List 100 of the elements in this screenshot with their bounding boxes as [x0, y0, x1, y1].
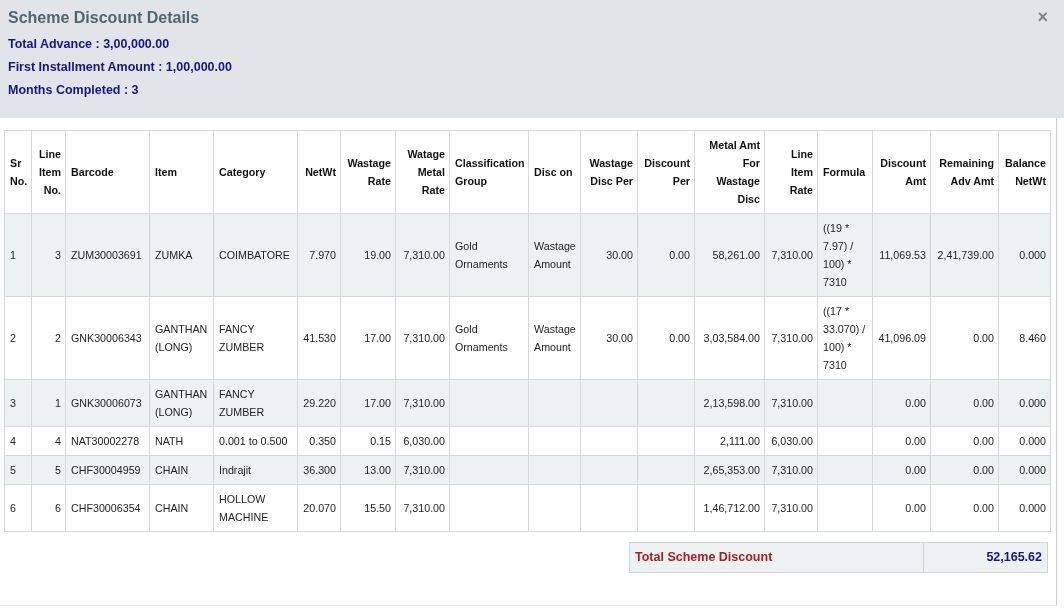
table-cell: 2,41,739.00 [930, 213, 999, 297]
table-cell: ZUM30003691 [65, 213, 150, 297]
total-label: Total Scheme Discount [629, 542, 924, 573]
table-cell: 7,310.00 [764, 379, 818, 427]
table-cell: 0.00 [930, 379, 999, 427]
column-header: Balance NetWt [998, 130, 1051, 214]
close-button[interactable]: × [1035, 10, 1050, 25]
table-cell: 7,310.00 [395, 379, 450, 427]
table-cell: GNK30006343 [65, 296, 150, 380]
table-cell: NATH [149, 426, 214, 456]
table-cell: 3 [4, 379, 32, 427]
column-header: Line Item Rate [764, 130, 818, 214]
table-cell: 0.00 [930, 426, 999, 456]
column-header: Metal Amt For Wastage Disc [694, 130, 765, 214]
table-cell: HOLLOW MACHINE [213, 484, 298, 532]
table-cell [637, 455, 695, 485]
column-header: NetWt [297, 130, 341, 214]
table-cell: 17.00 [340, 379, 396, 427]
table-cell: 0.00 [637, 296, 695, 380]
table-cell: Wastage Amount [528, 296, 581, 380]
column-header: Formula [817, 130, 873, 214]
table-cell: NAT30002278 [65, 426, 150, 456]
table-cell [637, 484, 695, 532]
table-cell: 41.530 [297, 296, 341, 380]
table-cell: CHAIN [149, 455, 214, 485]
column-header: Sr No. [4, 130, 32, 214]
table-cell: 0.00 [930, 455, 999, 485]
table-cell: 6 [31, 484, 66, 532]
table-cell: 29.220 [297, 379, 341, 427]
table-cell: GANTHAN (LONG) [149, 379, 214, 427]
table-cell: 58,261.00 [694, 213, 765, 297]
table-cell [580, 379, 638, 427]
table-cell: 6 [4, 484, 32, 532]
table-cell: 2 [31, 296, 66, 380]
summary-line: First Installment Amount : 1,00,000.00 [8, 58, 232, 76]
table-cell: 7,310.00 [395, 213, 450, 297]
table-cell: 15.50 [340, 484, 396, 532]
table-cell: 17.00 [340, 296, 396, 380]
column-header: Wastage Rate [340, 130, 396, 214]
summary-line: Months Completed : 3 [8, 81, 140, 99]
table-cell: 7,310.00 [764, 296, 818, 380]
column-header: Classification Group [449, 130, 529, 214]
table-cell: 7,310.00 [764, 484, 818, 532]
table-cell: ((17 * 33.070) / 100) * 7310 [817, 296, 873, 380]
table-cell: ZUMKA [149, 213, 214, 297]
table-cell [817, 484, 873, 532]
table-cell: 2,13,598.00 [694, 379, 765, 427]
table-cell [637, 426, 695, 456]
table-cell: 0.00 [872, 484, 931, 532]
table-cell: 7,310.00 [395, 455, 450, 485]
table-cell: GNK30006073 [65, 379, 150, 427]
table-cell: 4 [4, 426, 32, 456]
column-header: Watage Metal Rate [395, 130, 450, 214]
table-cell: 19.00 [340, 213, 396, 297]
dialog-title: Scheme Discount Details [8, 8, 201, 28]
table-cell: GANTHAN (LONG) [149, 296, 214, 380]
table-cell: 0.00 [930, 296, 999, 380]
table-cell: CHF30006354 [65, 484, 150, 532]
table-cell: 30.00 [580, 296, 638, 380]
table-cell: 7.970 [297, 213, 341, 297]
table-cell: 0.001 to 0.500 [213, 426, 298, 456]
column-header: Line Item No. [31, 130, 66, 214]
table-cell: Gold Ornaments [449, 213, 529, 297]
table-cell: Indrajit [213, 455, 298, 485]
table-cell: 0.00 [637, 213, 695, 297]
table-cell [580, 455, 638, 485]
table-cell: 11,069.53 [872, 213, 931, 297]
table-cell: 1 [31, 379, 66, 427]
column-header: Wastage Disc Per [580, 130, 638, 214]
table-cell: 7,310.00 [395, 484, 450, 532]
table-cell: FANCY ZUMBER [213, 379, 298, 427]
table-cell: 0.00 [872, 455, 931, 485]
table-cell: 0.00 [872, 426, 931, 456]
table-cell [580, 426, 638, 456]
table-cell: 0.000 [998, 213, 1051, 297]
table-cell: 2,111.00 [694, 426, 765, 456]
column-header: Category [213, 130, 298, 214]
table-cell: 41,096.09 [872, 296, 931, 380]
table-cell: 5 [4, 455, 32, 485]
table-cell: CHAIN [149, 484, 214, 532]
table-cell: Wastage Amount [528, 213, 581, 297]
table-cell: 1,46,712.00 [694, 484, 765, 532]
table-cell: FANCY ZUMBER [213, 296, 298, 380]
table-cell: 8.460 [998, 296, 1051, 380]
table-cell: 0.00 [872, 379, 931, 427]
column-header: Item [149, 130, 214, 214]
table-cell [580, 484, 638, 532]
table-cell: 7,310.00 [395, 296, 450, 380]
table-cell: 0.000 [998, 379, 1051, 427]
column-header: Remaining Adv Amt [930, 130, 999, 214]
table-cell: 0.00 [930, 484, 999, 532]
table-cell: CHF30004959 [65, 455, 150, 485]
table-cell: 2 [4, 296, 32, 380]
table-cell: 20.070 [297, 484, 341, 532]
table-cell: 6,030.00 [395, 426, 450, 456]
table-cell: 7,310.00 [764, 213, 818, 297]
table-cell: 0.000 [998, 484, 1051, 532]
table-cell: 3,03,584.00 [694, 296, 765, 380]
table-cell [528, 379, 581, 427]
table-cell: 1 [4, 213, 32, 297]
